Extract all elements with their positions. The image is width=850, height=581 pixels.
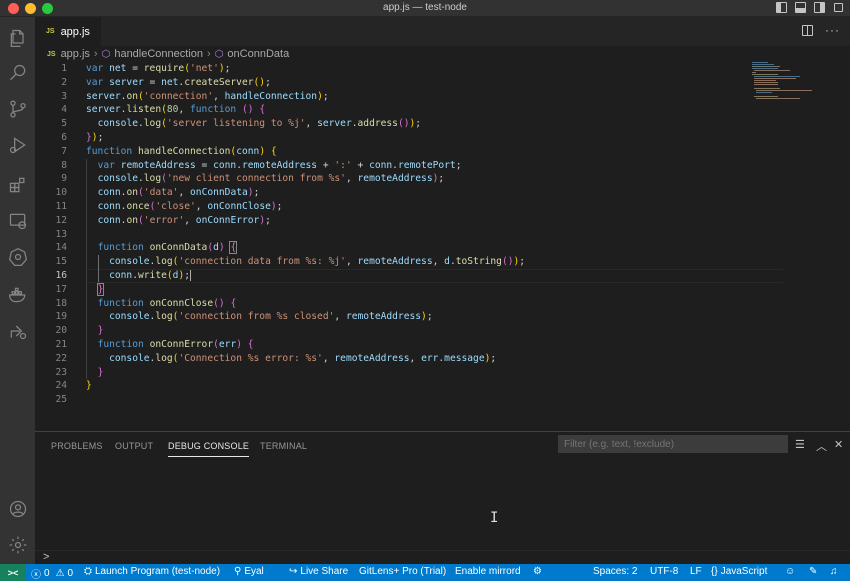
window-title: app.js — test-node — [383, 2, 467, 13]
editor-tab-bar: JS app.js ··· — [35, 17, 850, 46]
status-bar: >< ⓧ 0 ⚠ 0 ⛭ Launch Program (test-node) … — [0, 564, 850, 581]
customize-layout-icon[interactable] — [833, 2, 844, 13]
live-share-icon[interactable] — [0, 313, 35, 348]
sync-icon[interactable]: ⚙ — [533, 566, 542, 577]
tab-terminal[interactable]: TERMINAL — [260, 441, 307, 451]
javascript-file-icon: JS — [47, 50, 56, 58]
tab-label: app.js — [60, 25, 90, 38]
live-share-icon: ↪ — [289, 566, 298, 577]
manage-gear-icon[interactable] — [0, 527, 35, 562]
eol-status[interactable]: LF — [690, 566, 702, 577]
explorer-icon[interactable] — [0, 20, 35, 55]
clear-console-icon[interactable]: ☰ — [795, 438, 805, 451]
toggle-primary-sidebar-icon[interactable] — [776, 2, 787, 13]
source-control-icon[interactable] — [0, 91, 35, 126]
chevron-right-icon: › — [93, 48, 98, 60]
breadcrumb-symbol-on-conn-data[interactable]: onConnData — [227, 48, 289, 60]
function-symbol-icon: ⬡ — [101, 48, 111, 60]
tab-app-js[interactable]: JS app.js — [35, 17, 101, 46]
text-cursor-ibeam: I — [490, 510, 499, 526]
maximize-panel-icon[interactable]: ︿ — [816, 438, 827, 454]
code-editor[interactable]: 1 var net = require('net'); 2 var server =… — [35, 62, 850, 431]
mirrord-status[interactable]: Enable mirrord — [455, 566, 521, 577]
copilot-icon[interactable]: ☺ — [785, 566, 795, 577]
warning-icon: ⚠ — [55, 568, 65, 579]
debug-console-input[interactable]: > — [35, 550, 850, 565]
language-mode-status[interactable]: {} JavaScript — [711, 566, 767, 577]
function-symbol-icon: ⬡ — [214, 48, 224, 60]
notifications-bell-icon[interactable]: ♫ — [830, 566, 838, 577]
remote-indicator-icon[interactable]: >< — [0, 564, 26, 581]
close-panel-icon[interactable]: ✕ — [834, 438, 843, 451]
tab-output[interactable]: OUTPUT — [115, 441, 153, 451]
docker-icon[interactable] — [0, 277, 35, 312]
title-bar: app.js — test-node — [0, 0, 850, 17]
activity-bar — [0, 17, 35, 564]
braces-icon: {} — [711, 566, 718, 577]
debug-console-filter-input[interactable] — [558, 435, 788, 453]
split-editor-icon[interactable] — [802, 25, 813, 36]
breadcrumb-symbol-handle-connection[interactable]: handleConnection — [114, 48, 203, 60]
bottom-panel: PROBLEMS OUTPUT DEBUG CONSOLE TERMINAL ☰… — [35, 431, 850, 564]
chevron-right-icon: › — [207, 48, 211, 60]
breadcrumb-file[interactable]: app.js — [61, 48, 90, 60]
minimap[interactable] — [752, 62, 822, 102]
person-icon: ⚲ — [234, 566, 242, 577]
breadcrumb: JS app.js › ⬡ handleConnection › ⬡ onCon… — [35, 46, 850, 62]
toggle-panel-icon[interactable] — [795, 2, 806, 13]
search-icon[interactable] — [0, 55, 35, 90]
debug-run-icon: ⛭ — [84, 566, 92, 577]
encoding-status[interactable]: UTF-8 — [650, 566, 678, 577]
run-debug-icon[interactable] — [0, 127, 35, 162]
chevron-right-icon: > — [43, 551, 50, 563]
tab-debug-console[interactable]: DEBUG CONSOLE — [168, 441, 250, 457]
javascript-file-icon: JS — [46, 28, 55, 35]
kubernetes-icon[interactable] — [0, 239, 35, 274]
author-status[interactable]: ⚲ Eyal — [234, 566, 264, 577]
feedback-icon[interactable]: ✎ — [809, 566, 817, 577]
launch-configuration-status[interactable]: ⛭ Launch Program (test-node) — [84, 566, 220, 577]
more-actions-icon[interactable]: ··· — [825, 24, 840, 36]
gitlens-status[interactable]: GitLens+ Pro (Trial) — [359, 566, 446, 577]
extensions-icon[interactable] — [0, 167, 35, 202]
remote-explorer-icon[interactable] — [0, 203, 35, 238]
live-share-status[interactable]: ↪ Live Share — [289, 566, 348, 577]
error-icon: ⓧ — [31, 570, 41, 581]
toggle-secondary-sidebar-icon[interactable] — [814, 2, 825, 13]
accounts-icon[interactable] — [0, 491, 35, 526]
indentation-status[interactable]: Spaces: 2 — [593, 566, 637, 577]
problems-status[interactable]: ⓧ 0 ⚠ 0 — [31, 566, 73, 581]
tab-problems[interactable]: PROBLEMS — [51, 441, 103, 451]
